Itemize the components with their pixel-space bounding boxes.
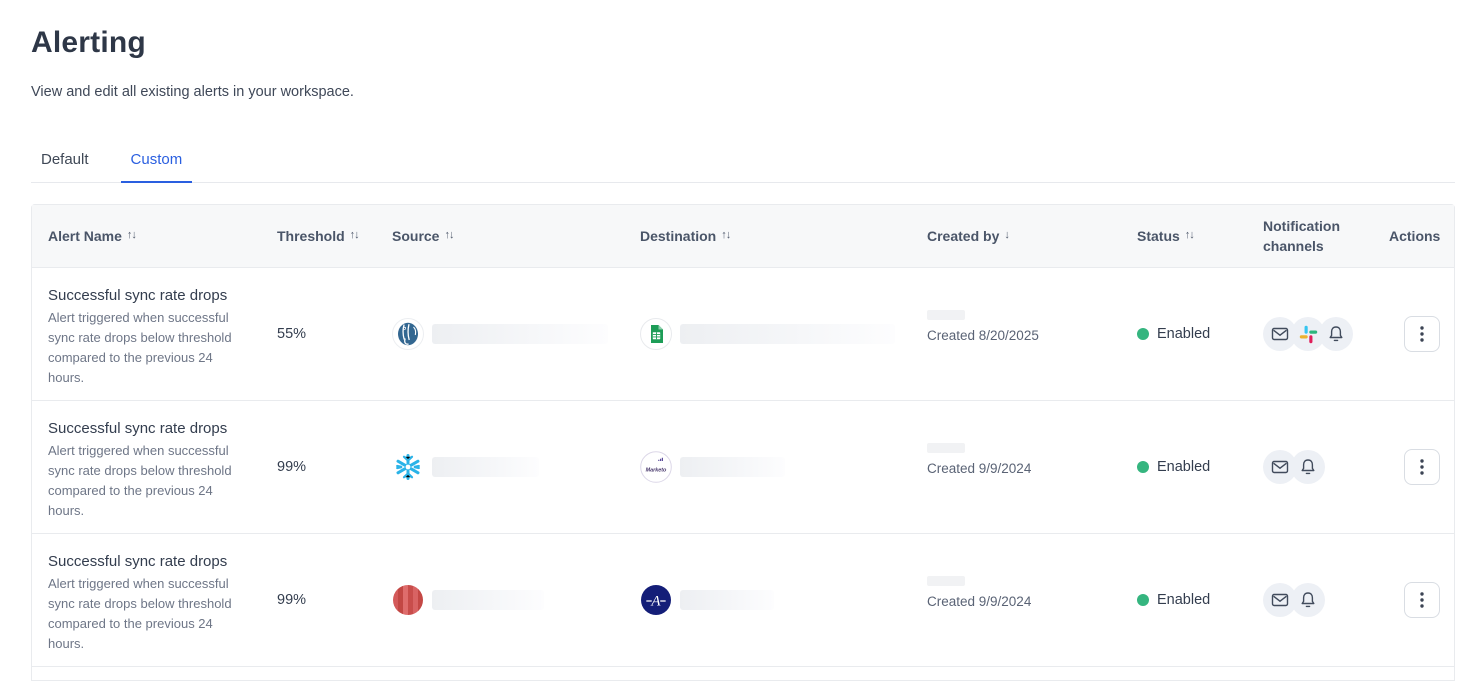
redacted-source-name [432, 590, 544, 610]
column-header-status[interactable]: Status ↑↓ [1121, 205, 1247, 267]
sort-icon[interactable]: ↑↓ [444, 225, 453, 245]
status-cell: Enabled [1121, 268, 1247, 400]
redacted-creator-name [927, 443, 965, 453]
notification-channels-cell [1247, 401, 1373, 533]
alert-description: Alert triggered when successful sync rat… [48, 441, 245, 521]
postgresql-icon [392, 318, 424, 350]
mail-icon [1270, 590, 1290, 610]
column-header-destination[interactable]: Destination ↑↓ [624, 205, 911, 267]
source-cell [376, 534, 624, 666]
redacted-source-name [432, 324, 608, 344]
status-cell: Enabled [1121, 534, 1247, 666]
kebab-menu-icon [1420, 459, 1424, 475]
destination-cell [624, 534, 911, 666]
table-row-partial [32, 666, 1454, 680]
status-badge: Enabled [1157, 592, 1210, 608]
redacted-source-name [432, 457, 539, 477]
created-by-cell: Created 9/9/2024 [911, 534, 1121, 666]
created-date: Created 8/20/2025 [927, 328, 1105, 343]
source-cell [376, 268, 624, 400]
status-cell: Enabled [1121, 401, 1247, 533]
row-actions-button[interactable] [1404, 449, 1440, 485]
kebab-menu-icon [1420, 326, 1424, 342]
bell-channel-icon [1291, 450, 1325, 484]
table-header: Alert Name ↑↓ Threshold ↑↓ Source ↑↓ Des… [32, 205, 1454, 267]
alert-name: Successful sync rate drops [48, 287, 245, 304]
sort-icon[interactable]: ↓ [1004, 225, 1009, 245]
notification-channels-cell [1247, 534, 1373, 666]
actions-cell [1373, 268, 1456, 400]
alert-name-cell: Successful sync rate drops Alert trigger… [32, 401, 261, 533]
notification-channels-cell [1247, 268, 1373, 400]
bell-channel-icon [1291, 583, 1325, 617]
snowflake-icon [392, 451, 424, 483]
redacted-creator-name [927, 310, 965, 320]
row-actions-button[interactable] [1404, 316, 1440, 352]
status-dot [1137, 328, 1149, 340]
bell-icon [1298, 590, 1318, 610]
column-header-actions: Actions [1373, 205, 1456, 267]
column-header-threshold[interactable]: Threshold ↑↓ [261, 205, 376, 267]
status-dot [1137, 594, 1149, 606]
slack-icon [1299, 325, 1318, 344]
sort-icon[interactable]: ↑↓ [350, 225, 359, 245]
table-row: Successful sync rate drops Alert trigger… [32, 400, 1454, 533]
page-subtitle: View and edit all existing alerts in you… [31, 84, 1455, 100]
created-date: Created 9/9/2024 [927, 594, 1105, 609]
source-cell [376, 401, 624, 533]
column-header-source[interactable]: Source ↑↓ [376, 205, 624, 267]
threshold-value: 55% [261, 268, 376, 400]
created-date: Created 9/9/2024 [927, 461, 1105, 476]
mail-icon [1270, 324, 1290, 344]
redacted-destination-name [680, 457, 785, 477]
bell-icon [1298, 457, 1318, 477]
mail-icon [1270, 457, 1290, 477]
bell-channel-icon [1319, 317, 1353, 351]
alert-description: Alert triggered when successful sync rat… [48, 574, 245, 654]
alert-name: Successful sync rate drops [48, 553, 245, 570]
destination-cell [624, 268, 911, 400]
bell-icon [1326, 324, 1346, 344]
destination-cell [624, 401, 911, 533]
google-sheets-icon [640, 318, 672, 350]
redacted-creator-name [927, 576, 965, 586]
status-badge: Enabled [1157, 326, 1210, 342]
marketo-icon [640, 451, 672, 483]
alerts-table: Alert Name ↑↓ Threshold ↑↓ Source ↑↓ Des… [31, 204, 1455, 681]
status-dot [1137, 461, 1149, 473]
sort-icon[interactable]: ↑↓ [1185, 225, 1194, 245]
created-by-cell: Created 8/20/2025 [911, 268, 1121, 400]
actions-cell [1373, 534, 1456, 666]
tab-default[interactable]: Default [31, 151, 99, 182]
redshift-icon [392, 584, 424, 616]
actions-cell [1373, 401, 1456, 533]
page-title: Alerting [31, 0, 1455, 60]
redacted-destination-name [680, 590, 774, 610]
column-header-notification-channels: Notification channels [1247, 205, 1373, 267]
amplitude-icon [640, 584, 672, 616]
redacted-destination-name [680, 324, 895, 344]
column-header-created-by[interactable]: Created by ↓ [911, 205, 1121, 267]
row-actions-button[interactable] [1404, 582, 1440, 618]
kebab-menu-icon [1420, 592, 1424, 608]
tabbar: Default Custom [31, 151, 1455, 183]
alert-description: Alert triggered when successful sync rat… [48, 308, 245, 388]
status-badge: Enabled [1157, 459, 1210, 475]
alert-name-cell: Successful sync rate drops Alert trigger… [32, 534, 261, 666]
column-header-alert-name[interactable]: Alert Name ↑↓ [32, 205, 261, 267]
tab-custom[interactable]: Custom [121, 151, 193, 183]
sort-icon[interactable]: ↑↓ [127, 225, 136, 245]
threshold-value: 99% [261, 534, 376, 666]
table-row: Successful sync rate drops Alert trigger… [32, 267, 1454, 400]
created-by-cell: Created 9/9/2024 [911, 401, 1121, 533]
alert-name: Successful sync rate drops [48, 420, 245, 437]
threshold-value: 99% [261, 401, 376, 533]
alerting-page: Alerting View and edit all existing aler… [31, 0, 1455, 681]
table-row: Successful sync rate drops Alert trigger… [32, 533, 1454, 666]
alert-name-cell: Successful sync rate drops Alert trigger… [32, 268, 261, 400]
sort-icon[interactable]: ↑↓ [721, 225, 730, 245]
